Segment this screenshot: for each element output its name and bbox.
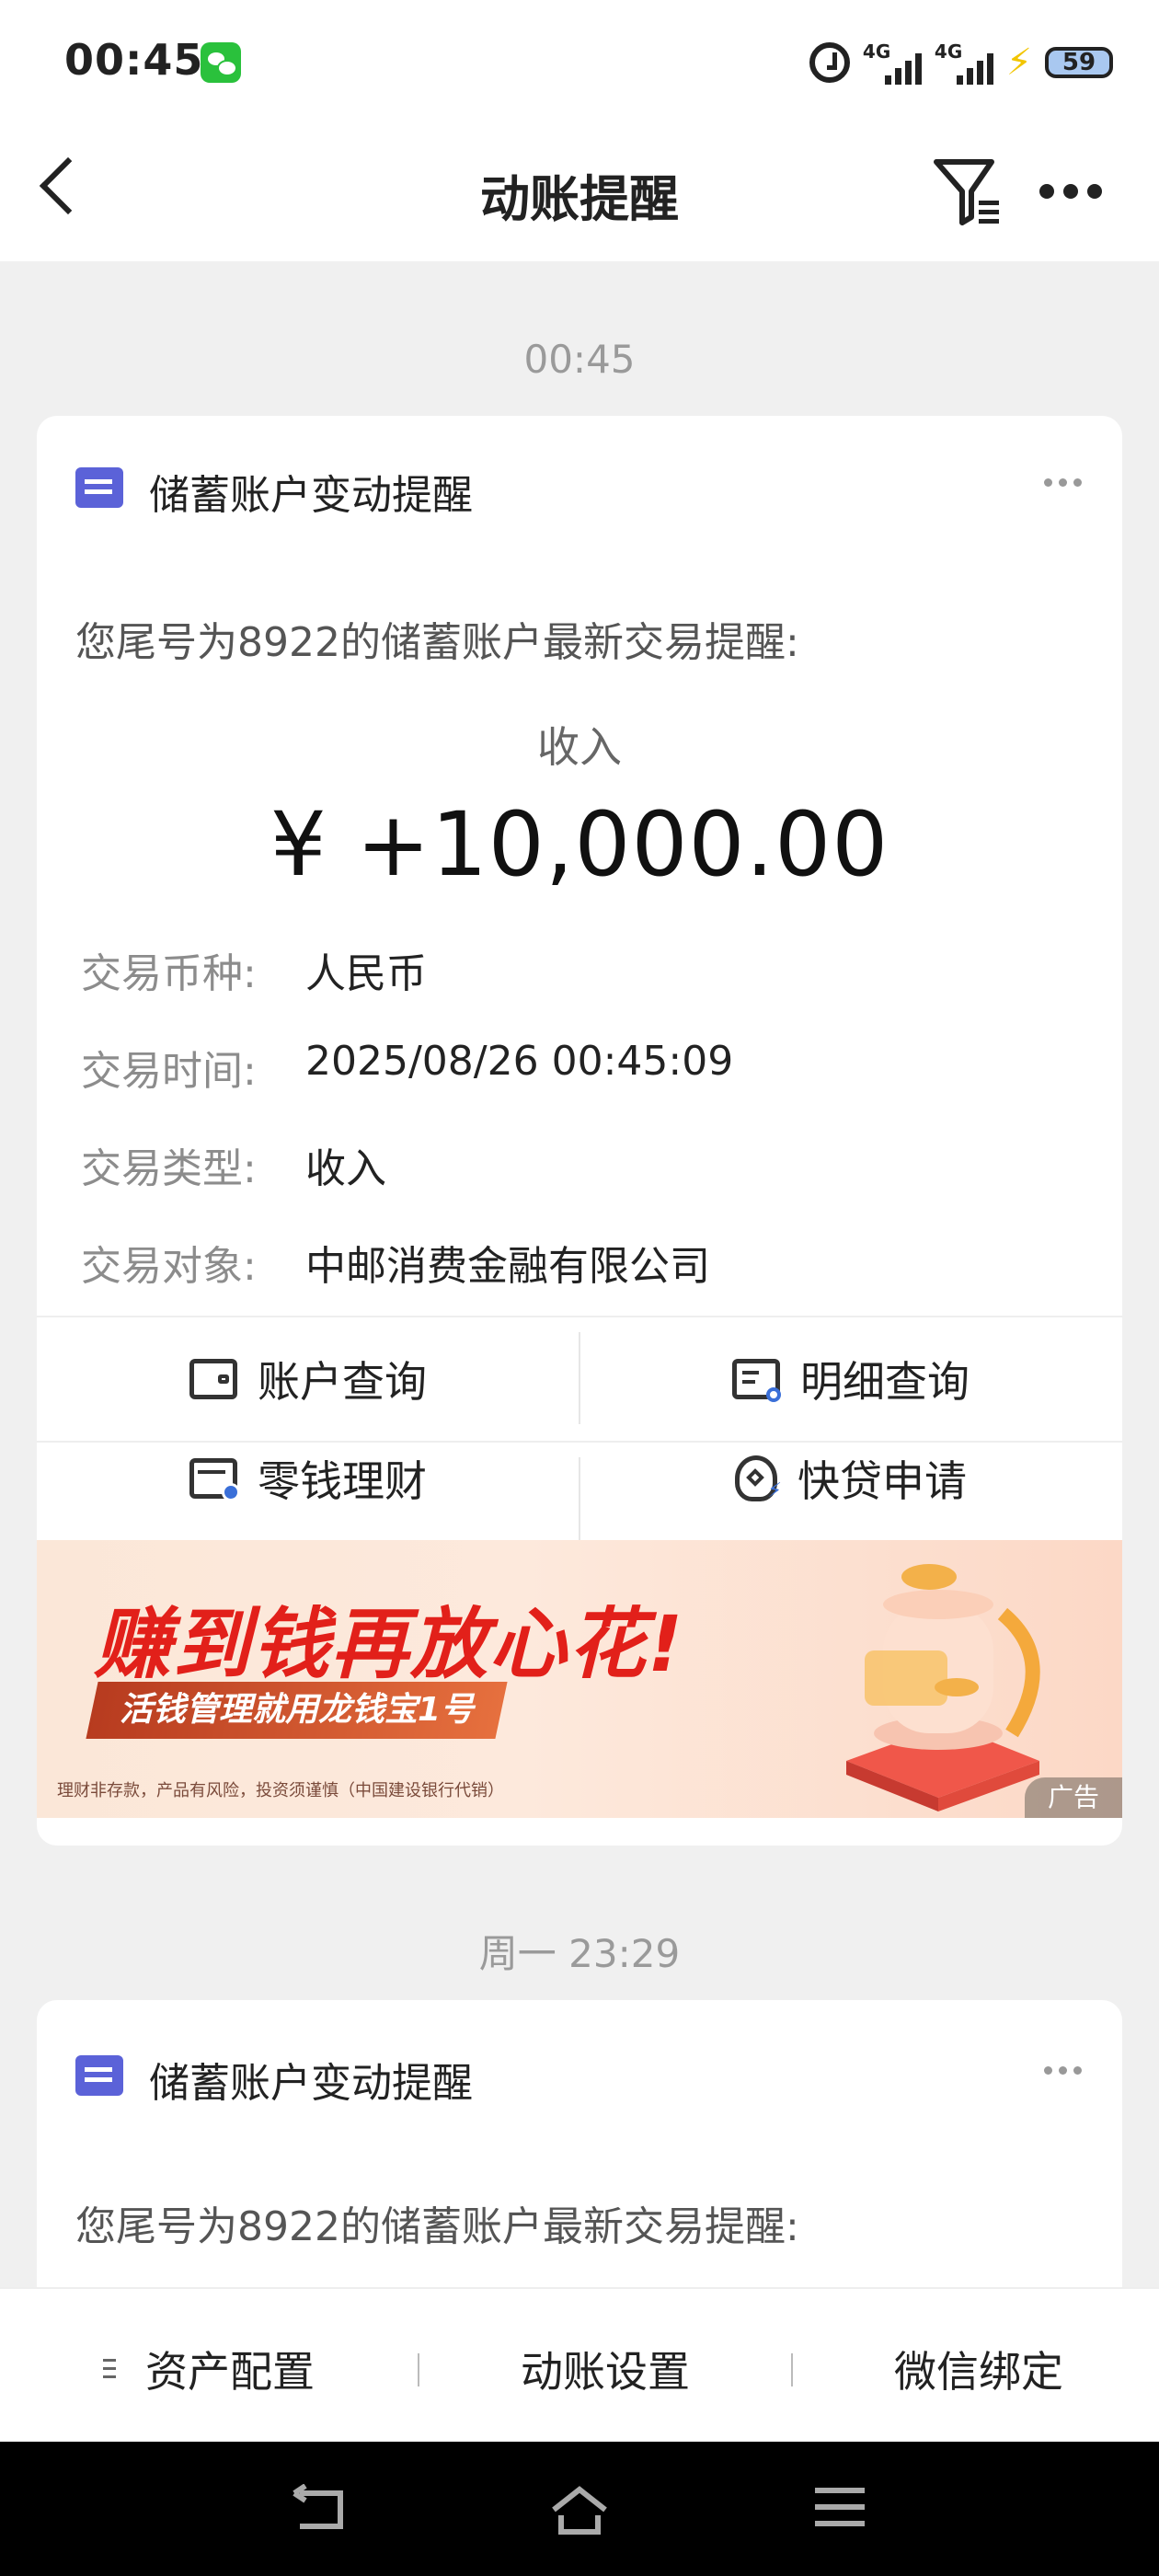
action-label: 零钱理财: [258, 1456, 427, 1506]
status-bar: 00:45 4G 4G ⚡ 59: [0, 0, 1159, 129]
signal-icon-2: 4G: [935, 40, 993, 85]
ad-banner[interactable]: 赚到钱再放心花! 活钱管理就用龙钱宝1号 理财非存款，产品有风险，投资须谨慎（中…: [37, 1540, 1122, 1818]
ad-tag: 广告: [1025, 1777, 1122, 1818]
divider: [791, 2353, 793, 2386]
home-nav-icon[interactable]: [548, 2484, 611, 2537]
banner-headline: 赚到钱再放心花!: [94, 1599, 685, 1689]
card-more-icon[interactable]: [1044, 478, 1082, 487]
transaction-amount: ¥ +10,000.00: [270, 793, 889, 896]
banner-subline-text: 活钱管理就用龙钱宝1号: [120, 1691, 475, 1729]
tab-asset-allocation[interactable]: 资产配置: [145, 2339, 315, 2399]
card-intro-text: 您尾号为8922的储蓄账户最新交易提醒:: [75, 2203, 799, 2250]
wealth-button[interactable]: 零钱理财: [37, 1417, 580, 1540]
more-options-icon[interactable]: [1039, 184, 1102, 199]
recent-apps-icon[interactable]: [813, 2484, 866, 2530]
action-label: 账户查询: [258, 1357, 427, 1407]
divider: [418, 2353, 419, 2386]
card-title: 储蓄账户变动提醒: [149, 472, 473, 519]
card-more-icon[interactable]: [1044, 2066, 1082, 2075]
charging-icon: ⚡: [1005, 41, 1032, 84]
card-title: 储蓄账户变动提醒: [149, 2060, 473, 2107]
detail-value: 收入: [305, 1145, 386, 1192]
message-timestamp: 周一 23:29: [478, 1931, 681, 1976]
transfer-card-icon: [75, 467, 123, 508]
bottom-menu-bar: 资产配置 动账设置 微信绑定: [0, 2287, 1159, 2442]
battery-icon: 59: [1045, 47, 1113, 78]
detail-value: 人民币: [305, 950, 427, 997]
message-timestamp: 00:45: [523, 337, 636, 382]
status-icons: 4G 4G ⚡ 59: [809, 39, 1113, 86]
banner-subline: 活钱管理就用龙钱宝1号: [86, 1682, 508, 1739]
tab-wechat-binding[interactable]: 微信绑定: [894, 2339, 1063, 2399]
detail-value: 2025/08/26 00:45:09: [305, 1038, 734, 1085]
banner-disclaimer: 理财非存款，产品有风险，投资须谨慎（中国建设银行代销）: [57, 1781, 504, 1800]
detail-search-icon: [732, 1359, 781, 1402]
transfer-card-icon: [75, 2055, 123, 2096]
detail-key: 交易时间:: [81, 1048, 257, 1095]
detail-value: 中邮消费金融有限公司: [305, 1243, 710, 1290]
wallet-icon: [189, 1359, 237, 1399]
account-change-card: 储蓄账户变动提醒 您尾号为8922的储蓄账户最新交易提醒:: [37, 2000, 1122, 2313]
signal-icon: 4G: [863, 40, 922, 85]
status-time: 00:45: [64, 35, 204, 85]
transaction-type-heading: 收入: [537, 722, 622, 772]
loan-bag-icon: ⚡: [735, 1455, 782, 1502]
quick-loan-button[interactable]: ⚡ 快贷申请: [580, 1417, 1122, 1540]
alarm-icon: [809, 42, 850, 83]
wealth-icon: [189, 1458, 240, 1501]
detail-key: 交易对象:: [81, 1243, 257, 1290]
account-change-card: 储蓄账户变动提醒 您尾号为8922的储蓄账户最新交易提醒: 收入 ¥ +10,0…: [37, 416, 1122, 1846]
system-navigation-bar: [0, 2442, 1159, 2576]
wechat-notification-icon: [201, 42, 241, 83]
detail-key: 交易币种:: [81, 950, 257, 997]
filter-icon[interactable]: [931, 155, 1004, 228]
action-label: 明细查询: [800, 1357, 970, 1407]
gift-illustration: [846, 1564, 1040, 1811]
detail-key: 交易类型:: [81, 1145, 257, 1192]
action-label: 快贷申请: [798, 1456, 967, 1506]
back-nav-icon[interactable]: [293, 2484, 350, 2534]
card-intro-text: 您尾号为8922的储蓄账户最新交易提醒:: [75, 619, 799, 666]
menu-lines-icon: [103, 2359, 116, 2378]
tab-account-settings[interactable]: 动账设置: [521, 2339, 690, 2399]
